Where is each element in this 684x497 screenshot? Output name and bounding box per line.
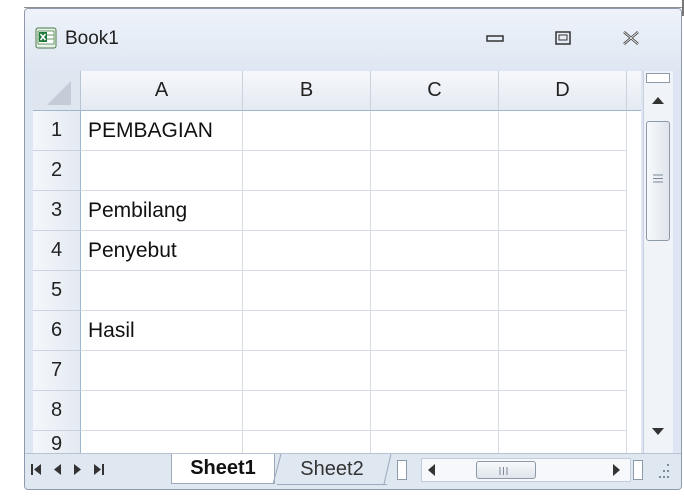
cell-c3[interactable] — [371, 191, 499, 231]
scroll-down-arrow-icon[interactable] — [651, 427, 665, 437]
cell-b4[interactable] — [243, 231, 371, 271]
cell-d8[interactable] — [499, 391, 627, 431]
vertical-scrollbar[interactable] — [643, 71, 673, 453]
row-header-4[interactable]: 4 — [33, 231, 81, 271]
cell-d6[interactable] — [499, 311, 627, 351]
workbook-window: Book1 A B C D 1 PEMBAGIAN 2 3 Pembilang … — [24, 8, 682, 490]
worksheet-grid[interactable]: A B C D 1 PEMBAGIAN 2 3 Pembilang 4 Peny… — [33, 71, 641, 453]
cell-c8[interactable] — [371, 391, 499, 431]
cell-a7[interactable] — [81, 351, 243, 391]
row-header-5[interactable]: 5 — [33, 271, 81, 311]
cell-d1[interactable] — [499, 111, 627, 151]
row-header-1[interactable]: 1 — [33, 111, 81, 151]
horizontal-scrollbar[interactable] — [421, 458, 631, 482]
cell-d5[interactable] — [499, 271, 627, 311]
cell-a6[interactable]: Hasil — [81, 311, 243, 351]
cell-b3[interactable] — [243, 191, 371, 231]
row-header-6[interactable]: 6 — [33, 311, 81, 351]
next-sheet-icon[interactable] — [74, 464, 81, 475]
cell-c7[interactable] — [371, 351, 499, 391]
column-header-a[interactable]: A — [81, 71, 243, 111]
cell-b5[interactable] — [243, 271, 371, 311]
horizontal-scroll-thumb[interactable] — [476, 461, 536, 479]
background-window-edge — [24, 0, 684, 16]
restore-icon — [555, 31, 571, 45]
cell-c2[interactable] — [371, 151, 499, 191]
row-header-9[interactable]: 9 — [33, 431, 81, 453]
cell-b6[interactable] — [243, 311, 371, 351]
row-header-3[interactable]: 3 — [33, 191, 81, 231]
window-title: Book1 — [65, 28, 119, 49]
tab-divider — [272, 454, 282, 485]
grip-icon — [499, 467, 508, 475]
cell-a5[interactable] — [81, 271, 243, 311]
cell-c9[interactable] — [371, 431, 499, 453]
cell-c1[interactable] — [371, 111, 499, 151]
cell-b8[interactable] — [243, 391, 371, 431]
last-sheet-icon[interactable] — [94, 464, 104, 475]
cell-a8[interactable] — [81, 391, 243, 431]
cell-c5[interactable] — [371, 271, 499, 311]
cell-d3[interactable] — [499, 191, 627, 231]
tab-split-box[interactable] — [397, 460, 407, 480]
row-header-8[interactable]: 8 — [33, 391, 81, 431]
row-header-7[interactable]: 7 — [33, 351, 81, 391]
cell-b1[interactable] — [243, 111, 371, 151]
scroll-right-arrow-icon[interactable] — [612, 463, 622, 477]
vertical-scroll-thumb[interactable] — [646, 121, 670, 241]
select-all-button[interactable] — [33, 71, 81, 111]
sheet-tab-bar: Sheet1 Sheet2 — [25, 453, 681, 489]
cell-a9[interactable] — [81, 431, 243, 453]
row-header-2[interactable]: 2 — [33, 151, 81, 191]
horizontal-split-box[interactable] — [633, 460, 643, 480]
cell-d2[interactable] — [499, 151, 627, 191]
cell-d4[interactable] — [499, 231, 627, 271]
cell-a4[interactable]: Penyebut — [81, 231, 243, 271]
cell-a2[interactable] — [81, 151, 243, 191]
restore-button[interactable] — [543, 23, 583, 53]
first-sheet-icon[interactable] — [31, 464, 41, 475]
grip-icon — [653, 174, 663, 183]
prev-sheet-icon[interactable] — [54, 464, 61, 475]
tab-sheet2[interactable]: Sheet2 — [277, 454, 387, 485]
column-header-b[interactable]: B — [243, 71, 371, 111]
cell-b2[interactable] — [243, 151, 371, 191]
tab-divider-2 — [383, 454, 392, 485]
minimize-button[interactable] — [475, 23, 515, 53]
tab-sheet1[interactable]: Sheet1 — [171, 454, 275, 484]
cell-b7[interactable] — [243, 351, 371, 391]
cell-c6[interactable] — [371, 311, 499, 351]
scroll-left-arrow-icon[interactable] — [426, 463, 436, 477]
close-button[interactable] — [611, 23, 651, 53]
sheet-navigation — [31, 464, 104, 475]
column-header-c[interactable]: C — [371, 71, 499, 111]
cell-d7[interactable] — [499, 351, 627, 391]
column-header-e[interactable] — [627, 71, 641, 111]
vertical-split-box[interactable] — [646, 73, 670, 83]
cell-c4[interactable] — [371, 231, 499, 271]
cell-d9[interactable] — [499, 431, 627, 453]
cell-a1[interactable]: PEMBAGIAN — [81, 111, 243, 151]
excel-icon — [35, 27, 57, 49]
cell-b9[interactable] — [243, 431, 371, 453]
minimize-icon — [486, 35, 504, 42]
column-header-d[interactable]: D — [499, 71, 627, 111]
scroll-up-arrow-icon[interactable] — [651, 95, 665, 105]
close-icon — [623, 31, 639, 45]
title-bar[interactable]: Book1 — [25, 9, 681, 69]
select-all-icon — [47, 81, 71, 105]
cell-a3[interactable]: Pembilang — [81, 191, 243, 231]
resize-grip-icon[interactable] — [651, 462, 673, 482]
